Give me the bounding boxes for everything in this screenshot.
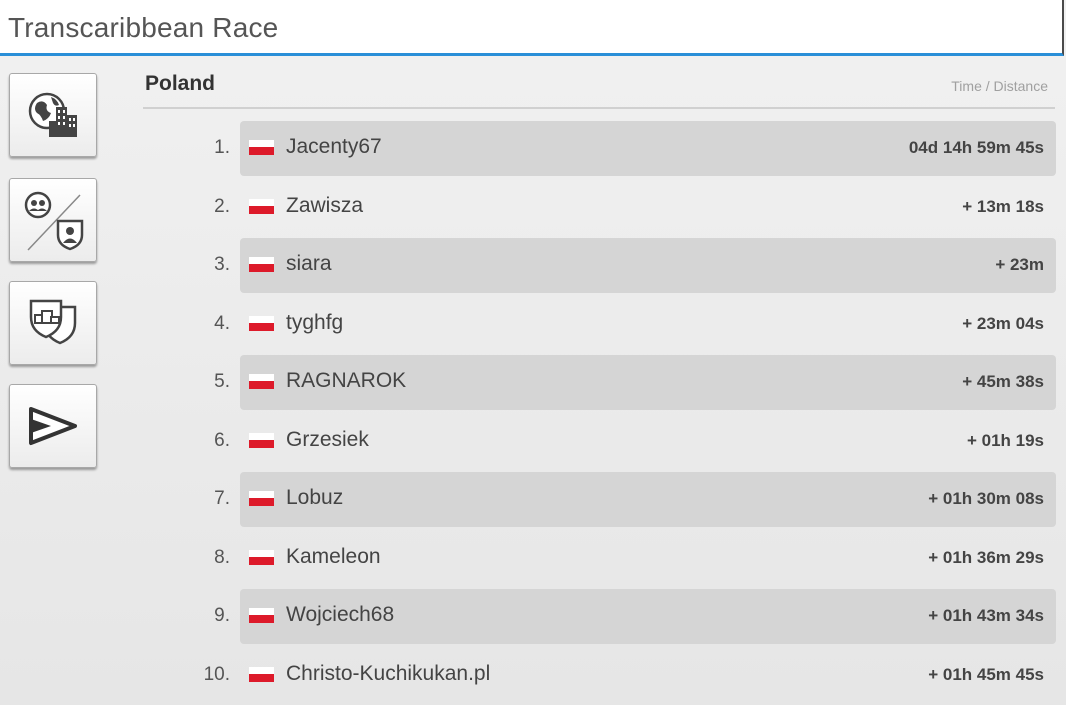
- table-row[interactable]: 10. Christo-Kuchikukan.pl + 01h 45m 45s: [0, 647, 1066, 705]
- rank: 7.: [214, 488, 230, 509]
- player-time: + 13m 18s: [962, 196, 1044, 216]
- table-row[interactable]: 3. siara + 23m: [0, 237, 1066, 296]
- table-row[interactable]: 9. Wojciech68 + 01h 43m 34s: [0, 588, 1066, 647]
- poland-flag-icon: [249, 491, 274, 506]
- rank: 6.: [214, 429, 230, 451]
- player-time: + 01h 36m 29s: [928, 547, 1044, 567]
- player-name: Kameleon: [286, 544, 381, 568]
- player-name: Jacenty67: [286, 135, 382, 158]
- player-name: tyghfg: [286, 310, 344, 334]
- table-row[interactable]: 5. RAGNAROK + 45m 38s: [0, 354, 1066, 413]
- player-name: siara: [286, 252, 332, 275]
- poland-flag-icon: [249, 666, 274, 682]
- poland-flag-icon: [249, 608, 274, 623]
- table-row[interactable]: 7. Lobuz + 01h 30m 08s: [0, 471, 1066, 530]
- player-name: Grzesiek: [286, 427, 369, 451]
- rank: 4.: [214, 312, 230, 334]
- country-title: Poland: [145, 72, 216, 95]
- table-row[interactable]: 4. tyghfg + 23m 04s: [0, 296, 1066, 355]
- poland-flag-icon: [249, 374, 274, 389]
- player-time: + 01h 45m 45s: [928, 664, 1044, 684]
- player-time: + 45m 38s: [962, 372, 1044, 391]
- player-time: + 01h 30m 08s: [928, 489, 1044, 508]
- poland-flag-icon: [249, 432, 274, 448]
- poland-flag-icon: [249, 549, 274, 565]
- rank: 10.: [203, 663, 230, 685]
- player-name: RAGNAROK: [286, 369, 407, 392]
- header-divider: [143, 107, 1055, 109]
- rank: 5.: [214, 371, 230, 392]
- time-distance-header: Time / Distance: [951, 78, 1048, 94]
- player-time: + 23m 04s: [962, 313, 1044, 333]
- table-row[interactable]: 8. Kameleon + 01h 36m 29s: [0, 530, 1066, 589]
- player-time: + 23m: [995, 255, 1044, 274]
- table-row[interactable]: 2. Zawisza + 13m 18s: [0, 179, 1066, 238]
- player-name: Zawisza: [286, 193, 364, 217]
- leaderboard-list: 1. Jacenty67 04d 14h 59m 45s 2. Zawisza …: [0, 120, 1066, 705]
- player-time: 04d 14h 59m 45s: [908, 138, 1044, 157]
- table-row[interactable]: 1. Jacenty67 04d 14h 59m 45s: [0, 120, 1066, 179]
- rank: 2.: [214, 195, 230, 217]
- player-time: + 01h 43m 34s: [928, 606, 1044, 625]
- poland-flag-icon: [249, 315, 274, 331]
- rank: 9.: [214, 605, 230, 626]
- window-title: Transcaribbean Race: [8, 12, 279, 43]
- rank: 8.: [214, 546, 230, 568]
- poland-flag-icon: [249, 198, 274, 214]
- player-name: Wojciech68: [286, 603, 395, 626]
- title-bar: Transcaribbean Race: [0, 0, 1064, 56]
- player-name: Lobuz: [286, 486, 344, 509]
- player-name: Christo-Kuchikukan.pl: [286, 661, 491, 685]
- table-row[interactable]: 6. Grzesiek + 01h 19s: [0, 413, 1066, 472]
- poland-flag-icon: [249, 140, 274, 155]
- rank: 1.: [214, 137, 230, 158]
- player-time: + 01h 19s: [966, 430, 1044, 450]
- poland-flag-icon: [249, 257, 274, 272]
- rank: 3.: [214, 254, 230, 275]
